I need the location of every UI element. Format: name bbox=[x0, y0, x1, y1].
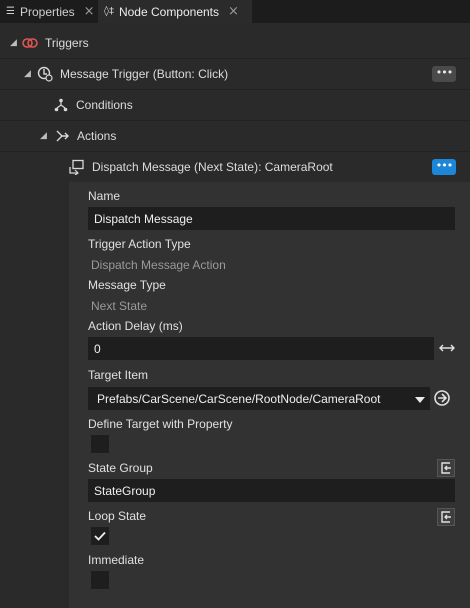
bind-property-button[interactable] bbox=[437, 508, 455, 526]
action-properties: Name Dispatch Message Trigger Action Typ… bbox=[69, 182, 470, 608]
loop-state-checkbox[interactable] bbox=[91, 527, 109, 545]
tab-properties[interactable]: ☰ Properties × bbox=[0, 0, 102, 23]
target-item-label: Target Item bbox=[88, 368, 149, 382]
state-group-field[interactable]: StateGroup bbox=[88, 479, 455, 502]
state-group-label: State Group bbox=[88, 461, 153, 475]
action-delay-label: Action Delay (ms) bbox=[88, 319, 183, 333]
actions-icon bbox=[54, 128, 70, 144]
define-target-label: Define Target with Property bbox=[88, 417, 233, 431]
tab-node-components-label: Node Components bbox=[118, 4, 220, 19]
name-label: Name bbox=[88, 189, 121, 203]
conditions-icon bbox=[53, 97, 69, 113]
tree-row-triggers[interactable]: ◢ Triggers bbox=[0, 28, 470, 58]
tab-properties-label: Properties bbox=[19, 4, 75, 19]
tree-label-triggers: Triggers bbox=[45, 36, 89, 50]
drag-resize-icon[interactable] bbox=[438, 340, 456, 356]
tab-node-components[interactable]: ◊‡ Node Components × bbox=[98, 0, 252, 23]
target-item-select[interactable]: Prefabs/CarScene/CarScene/RootNode/Camer… bbox=[88, 387, 430, 410]
expand-arrow-icon[interactable]: ◢ bbox=[40, 131, 50, 141]
checkmark-icon bbox=[94, 531, 106, 541]
loop-state-label: Loop State bbox=[88, 509, 147, 523]
action-delay-field[interactable]: 0 bbox=[88, 337, 434, 360]
tree-label-actions: Actions bbox=[77, 129, 117, 143]
close-icon[interactable]: × bbox=[84, 4, 95, 19]
expand-arrow-icon[interactable]: ◢ bbox=[24, 69, 34, 79]
immediate-label: Immediate bbox=[88, 553, 145, 567]
tree-row-conditions[interactable]: Conditions bbox=[0, 90, 470, 120]
trigger-action-type-label: Trigger Action Type bbox=[88, 237, 191, 251]
expand-arrow-icon[interactable]: ◢ bbox=[10, 38, 20, 48]
message-trigger-icon bbox=[37, 66, 53, 82]
name-field[interactable]: Dispatch Message bbox=[88, 207, 455, 230]
message-type-value: Next State bbox=[91, 299, 148, 313]
immediate-checkbox[interactable] bbox=[91, 571, 109, 589]
list-icon: ☰ bbox=[6, 6, 15, 17]
close-icon[interactable]: × bbox=[228, 4, 239, 19]
define-target-checkbox[interactable] bbox=[91, 435, 109, 453]
node-components-icon: ◊‡ bbox=[104, 6, 114, 17]
more-options-button[interactable]: ••• bbox=[432, 159, 456, 175]
navigate-to-target-icon[interactable] bbox=[433, 389, 451, 407]
more-options-button[interactable]: ••• bbox=[432, 66, 456, 82]
tree-row-actions[interactable]: ◢ Actions bbox=[0, 121, 470, 151]
target-item-value: Prefabs/CarScene/CarScene/RootNode/Camer… bbox=[97, 391, 381, 406]
bind-property-button[interactable] bbox=[437, 459, 455, 477]
tree-row-dispatch-message[interactable]: Dispatch Message (Next State): CameraRoo… bbox=[0, 152, 470, 182]
message-type-label: Message Type bbox=[88, 278, 166, 292]
tree-row-message-trigger[interactable]: ◢ Message Trigger (Button: Click) ••• bbox=[0, 59, 470, 89]
tree-label-conditions: Conditions bbox=[76, 98, 133, 112]
dispatch-message-icon bbox=[69, 159, 85, 175]
chevron-down-icon bbox=[415, 393, 425, 407]
trigger-action-type-value: Dispatch Message Action bbox=[91, 258, 226, 272]
tree-label-message-trigger: Message Trigger (Button: Click) bbox=[60, 67, 229, 81]
tree-label-dispatch-message: Dispatch Message (Next State): CameraRoo… bbox=[92, 160, 333, 174]
trigger-icon bbox=[22, 35, 38, 51]
tab-bar: ☰ Properties × ◊‡ Node Components × bbox=[0, 0, 470, 23]
